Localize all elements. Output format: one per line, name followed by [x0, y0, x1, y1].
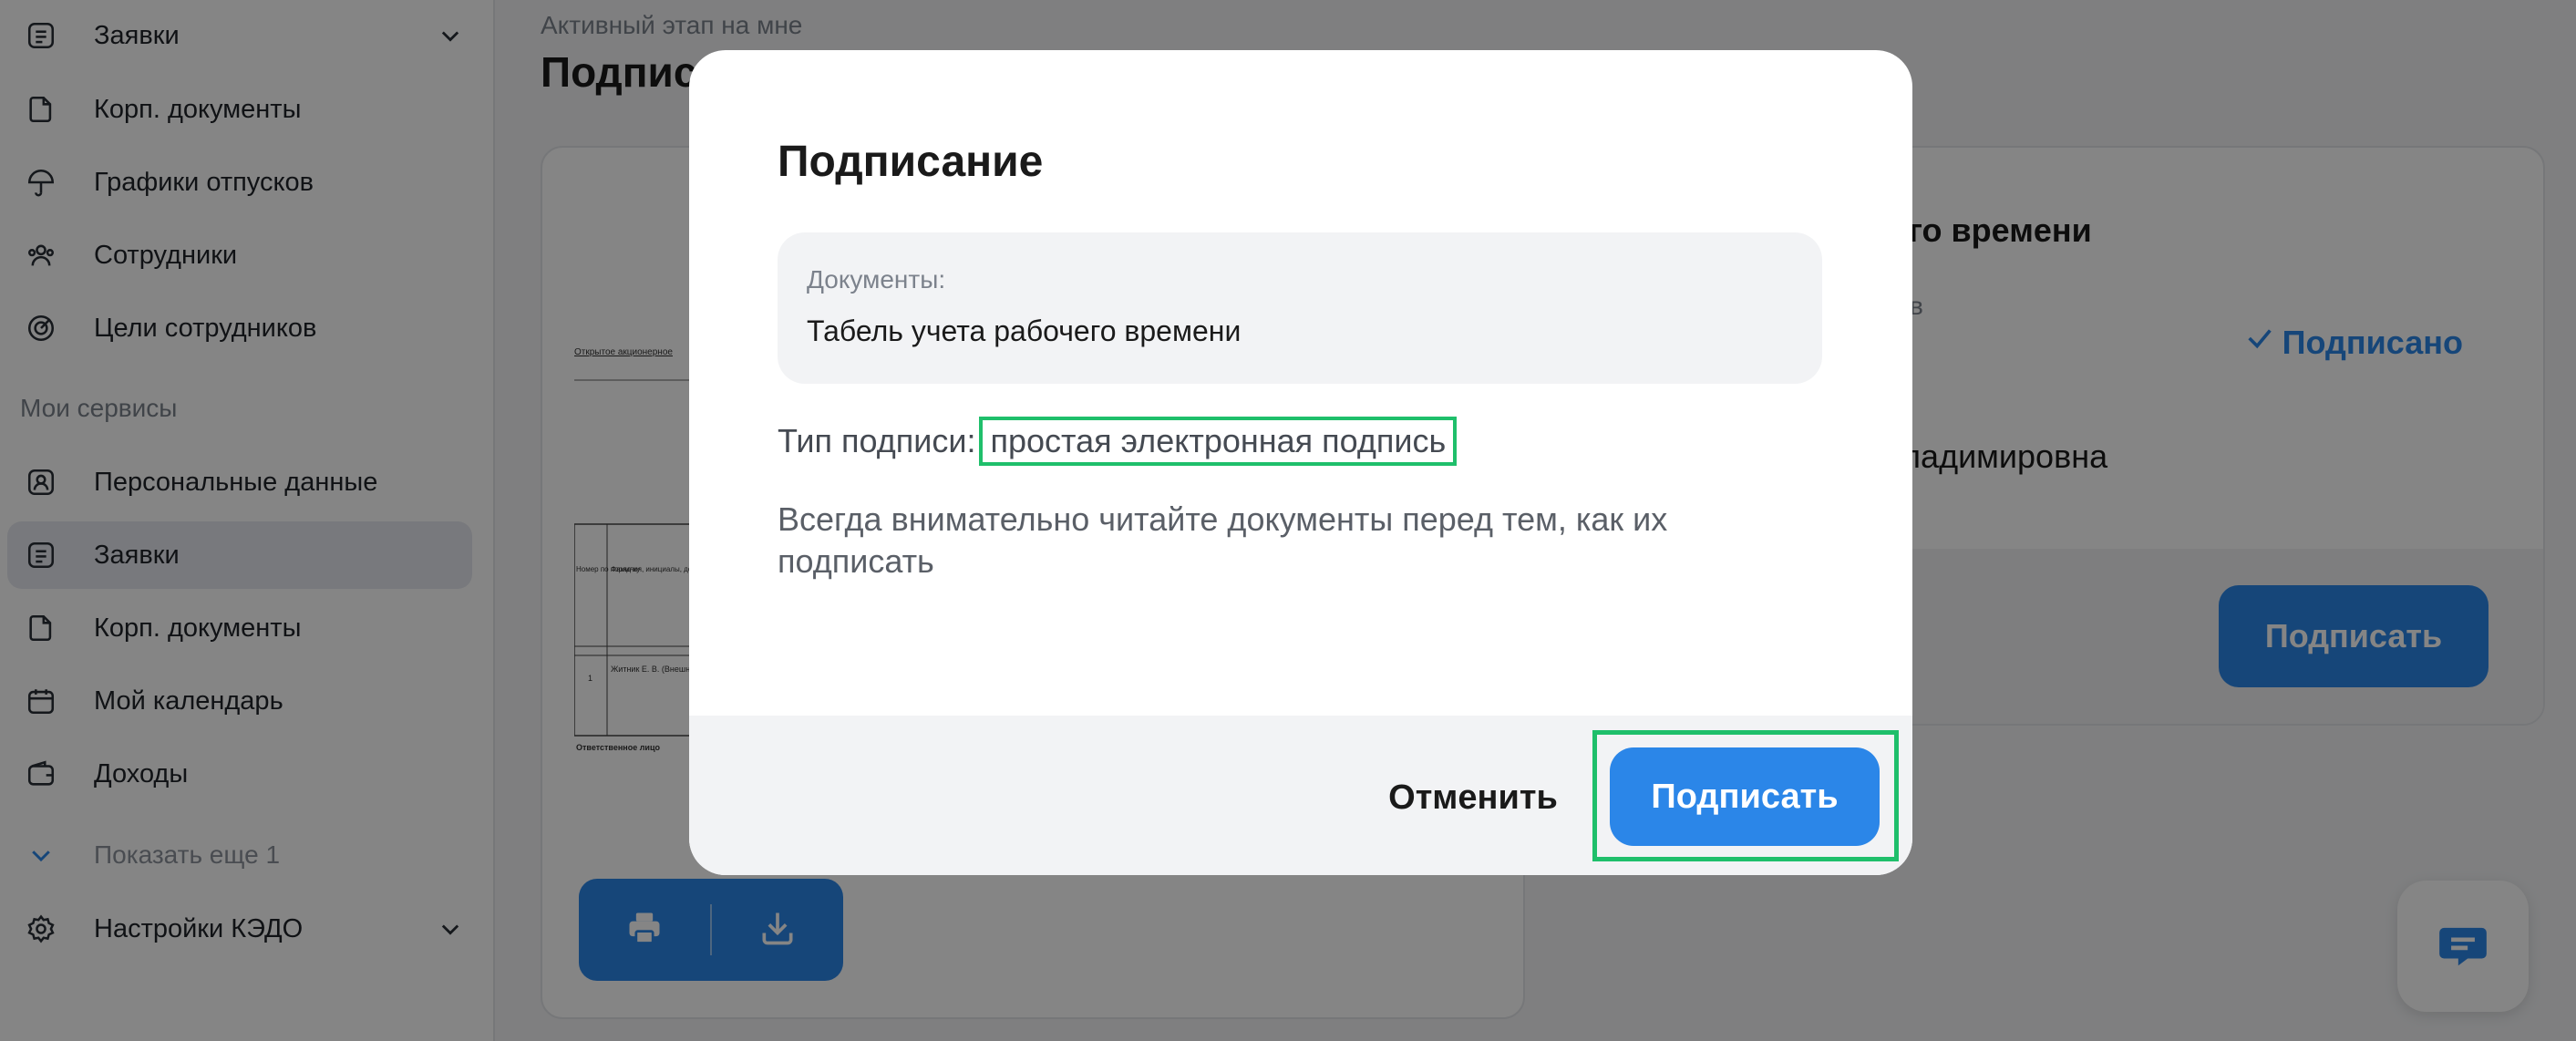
sign-button[interactable]: Подписать [1610, 747, 1880, 846]
cancel-button[interactable]: Отменить [1355, 752, 1592, 843]
dialog-footer: Отменить Подписать [689, 716, 1912, 875]
reading-hint: Всегда внимательно читайте документы пер… [778, 500, 1668, 580]
dialog-title: Подписание [778, 138, 1044, 186]
signature-type-value: простая электронная подпись [979, 417, 1458, 466]
documents-box: Документы: Табель учета рабочего времени [778, 232, 1822, 384]
app-root: Заявки Корп. документы Графики отпусков … [0, 0, 2576, 1041]
confirm-highlight: Подписать [1592, 730, 1899, 861]
documents-value: Табель учета рабочего времени [807, 314, 1242, 347]
signature-type-row: Тип подписи: простая электронная подпись [778, 417, 1458, 466]
documents-label: Документы: [807, 265, 946, 294]
sign-dialog: Подписание Документы: Табель учета рабоч… [689, 50, 1912, 875]
signature-type-label: Тип подписи: [778, 422, 976, 459]
